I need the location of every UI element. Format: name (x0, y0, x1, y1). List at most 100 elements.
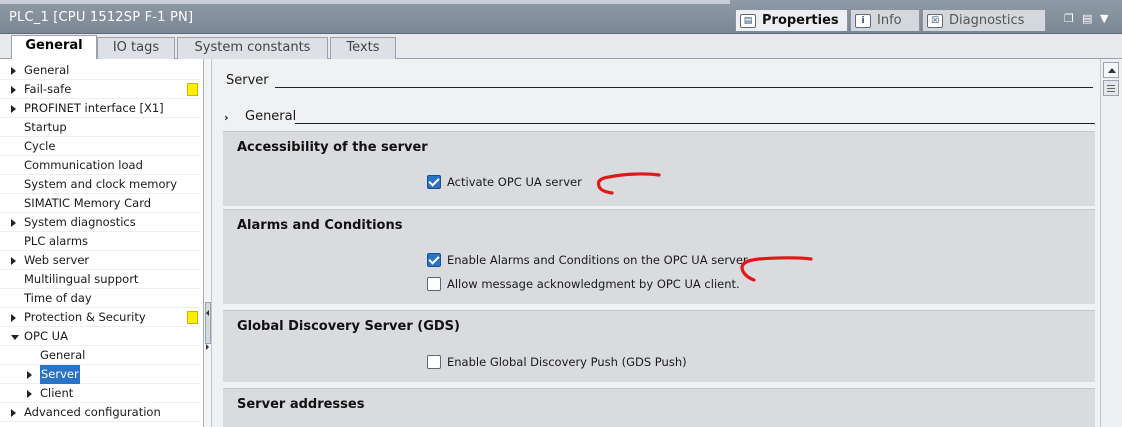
panel-heading: Global Discovery Server (GDS) (237, 319, 460, 334)
nav-item-label: Fail-safe (24, 82, 72, 96)
collapse-left-icon[interactable] (206, 310, 209, 316)
option-enable-gds-push[interactable]: Enable Global Discovery Push (GDS Push) (427, 355, 687, 369)
checkbox[interactable] (427, 253, 441, 267)
collapsed-arrow-icon[interactable] (11, 257, 16, 265)
nav-item-label: Startup (24, 120, 67, 134)
info-icon: i (855, 13, 871, 28)
inspector-title-bar: PLC_1 [CPU 1512SP F-1 PN] ▤ Properties i… (0, 0, 1122, 34)
nav-item-label: Server (40, 365, 80, 384)
nav-item-label: Cycle (24, 139, 56, 153)
nav-item-system-diagnostics[interactable]: System diagnostics (0, 213, 200, 232)
panel-heading: Accessibility of the server (237, 140, 428, 155)
panel-gds: Global Discovery Server (GDS) Enable Glo… (223, 310, 1095, 382)
tab-diagnostics[interactable]: ☒ Diagnostics (922, 9, 1046, 31)
option-label: Allow message acknowledgment by OPC UA c… (447, 277, 740, 291)
collapsed-arrow-icon[interactable] (11, 86, 16, 94)
nav-item-advanced-configuration[interactable]: Advanced configuration (0, 403, 200, 422)
nav-item-label: General (24, 63, 70, 77)
settings-content: Server › General Accessibility of the se… (213, 59, 1100, 427)
expanded-arrow-icon[interactable] (11, 335, 19, 340)
properties-icon: ▤ (740, 13, 756, 28)
nav-item-simatic-memory-card[interactable]: SIMATIC Memory Card (0, 194, 200, 213)
nav-item-general[interactable]: General (0, 346, 200, 365)
option-label: Enable Global Discovery Push (GDS Push) (447, 355, 687, 369)
navigation-tree: General Fail-safe PROFINET interface [X1] S… (0, 59, 204, 427)
chevron-right-icon[interactable]: › (224, 111, 229, 124)
nav-item-communication-load[interactable]: Communication load (0, 156, 200, 175)
tab-properties[interactable]: ▤ Properties (735, 9, 848, 31)
pane-splitter[interactable] (204, 59, 212, 427)
nav-item-label: Client (40, 386, 74, 400)
warning-flag-icon (187, 311, 198, 324)
restore-icon[interactable]: ❐ (1064, 12, 1074, 25)
tab-texts[interactable]: Texts (330, 37, 396, 59)
expand-right-icon[interactable] (206, 344, 209, 350)
nav-item-label: PROFINET interface [X1] (24, 101, 164, 115)
warning-flag-icon (187, 83, 198, 96)
nav-item-plc-alarms[interactable]: PLC alarms (0, 232, 200, 251)
checkbox[interactable] (427, 277, 441, 291)
tab-diagnostics-label: Diagnostics (949, 13, 1025, 28)
window-title: PLC_1 [CPU 1512SP F-1 PN] (9, 10, 194, 25)
nav-item-profinet-interface-x1[interactable]: PROFINET interface [X1] (0, 99, 200, 118)
nav-item-server[interactable]: Server (0, 365, 200, 384)
nav-item-fail-safe[interactable]: Fail-safe (0, 80, 200, 99)
section-rule (275, 87, 1093, 88)
checkbox[interactable] (427, 175, 441, 189)
nav-item-label: Time of day (24, 291, 92, 305)
nav-item-label: Web server (24, 253, 90, 267)
nav-item-time-of-day[interactable]: Time of day (0, 289, 200, 308)
collapsed-arrow-icon[interactable] (27, 371, 32, 379)
nav-item-multilingual-support[interactable]: Multilingual support (0, 270, 200, 289)
nav-item-opc-ua[interactable]: OPC UA (0, 327, 200, 346)
diagnostics-icon: ☒ (927, 13, 943, 28)
nav-item-cycle[interactable]: Cycle (0, 137, 200, 156)
red-annotation-arrow (596, 172, 661, 195)
checkbox[interactable] (427, 355, 441, 369)
nav-item-web-server[interactable]: Web server (0, 251, 200, 270)
nav-item-label: System and clock memory (24, 177, 178, 191)
collapsed-arrow-icon[interactable] (11, 409, 16, 417)
nav-item-label: Communication load (24, 158, 143, 172)
option-label: Activate OPC UA server (447, 175, 582, 189)
nav-item-system-and-clock-memory[interactable]: System and clock memory (0, 175, 200, 194)
collapsed-arrow-icon[interactable] (27, 390, 32, 398)
option-activate-opc-ua-server[interactable]: Activate OPC UA server (427, 175, 582, 189)
tab-general[interactable]: General (11, 35, 97, 60)
tab-system-constants[interactable]: System constants (177, 37, 328, 59)
vertical-scrollbar[interactable] (1100, 59, 1122, 427)
tab-info[interactable]: i Info (850, 9, 920, 31)
splitter-grip[interactable] (205, 302, 211, 344)
collapsed-arrow-icon[interactable] (11, 219, 16, 227)
nav-item-label: General (40, 348, 86, 362)
nav-item-startup[interactable]: Startup (0, 118, 200, 137)
tab-io-tags[interactable]: IO tags (97, 37, 175, 59)
collapsed-arrow-icon[interactable] (11, 67, 16, 75)
scroll-up-button[interactable] (1103, 62, 1119, 78)
nav-item-label: OPC UA (24, 329, 68, 343)
nav-item-label: SIMATIC Memory Card (24, 196, 152, 210)
collapsed-arrow-icon[interactable] (11, 105, 16, 113)
panel-alarms-conditions: Alarms and Conditions Enable Alarms and … (223, 209, 1095, 304)
nav-item-label: Protection & Security (24, 310, 146, 324)
section-title: Server (226, 73, 269, 88)
red-annotation-arrow (740, 256, 813, 282)
panel-heading: Alarms and Conditions (237, 218, 403, 233)
panel-server-addresses: Server addresses (223, 388, 1095, 427)
tab-info-label: Info (877, 13, 902, 28)
tab-properties-label: Properties (762, 13, 839, 28)
title-bar-decoration (0, 0, 730, 4)
nav-item-general[interactable]: General (0, 61, 200, 80)
option-label: Enable Alarms and Conditions on the OPC … (447, 253, 748, 267)
option-enable-alarms-conditions[interactable]: Enable Alarms and Conditions on the OPC … (427, 253, 748, 267)
option-allow-message-ack[interactable]: Allow message acknowledgment by OPC UA c… (427, 277, 740, 291)
float-icon[interactable]: ▤ (1082, 12, 1092, 25)
nav-item-label: System diagnostics (24, 215, 136, 229)
chevron-down-icon[interactable]: ▼ (1100, 12, 1108, 25)
nav-item-protection-security[interactable]: Protection & Security (0, 308, 200, 327)
nav-item-label: PLC alarms (24, 234, 89, 248)
scroll-thumb[interactable] (1103, 80, 1119, 96)
subsection-title[interactable]: General (245, 109, 296, 124)
collapsed-arrow-icon[interactable] (11, 314, 16, 322)
nav-item-client[interactable]: Client (0, 384, 200, 403)
